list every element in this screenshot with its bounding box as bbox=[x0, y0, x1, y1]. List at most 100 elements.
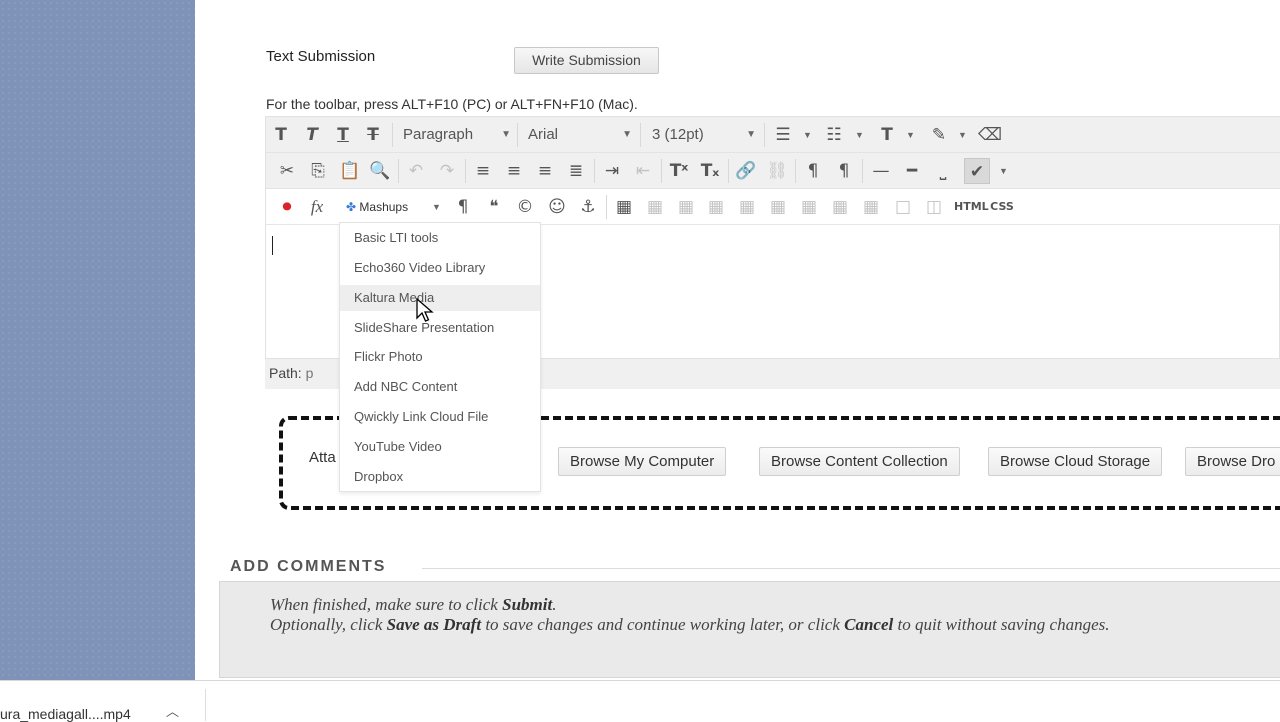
copy-icon[interactable]: ⎘ bbox=[305, 158, 331, 184]
browse-cloud-storage-button[interactable]: Browse Cloud Storage bbox=[988, 447, 1163, 476]
toolbar-divider bbox=[465, 159, 466, 183]
browse-my-computer-button[interactable]: Browse My Computer bbox=[558, 447, 727, 476]
insert-row-after-icon[interactable]: ▦ bbox=[765, 194, 791, 220]
italic-icon[interactable]: T bbox=[299, 122, 325, 148]
browse-content-collection-button[interactable]: Browse Content Collection bbox=[759, 447, 960, 476]
insert-col-after-icon[interactable]: ▦ bbox=[858, 194, 884, 220]
anchor-icon[interactable]: ⚓ bbox=[575, 194, 601, 220]
section-divider bbox=[422, 568, 1280, 569]
strikethrough-icon[interactable]: T bbox=[360, 122, 386, 148]
add-comments-heading[interactable]: ADD COMMENTS bbox=[230, 558, 386, 576]
menu-item-youtube-video[interactable]: YouTube Video bbox=[340, 434, 540, 460]
bullet-list-icon[interactable]: ☰ bbox=[770, 122, 796, 148]
menu-item-echo360-video-library[interactable]: Echo360 Video Library bbox=[340, 255, 540, 281]
paste-icon[interactable]: 📋 bbox=[337, 158, 363, 184]
rtl-direction-icon[interactable]: ¶ bbox=[831, 158, 857, 184]
instruction-line-2: Optionally, click Save as Draft to save … bbox=[270, 615, 1110, 634]
text-submission-label: Text Submission bbox=[266, 48, 376, 65]
horizontal-rule-icon[interactable]: — bbox=[868, 158, 894, 184]
write-submission-button[interactable]: Write Submission bbox=[514, 47, 659, 74]
split-cells-icon[interactable]: ◫ bbox=[921, 194, 947, 220]
thick-rule-icon[interactable]: ━ bbox=[899, 158, 925, 184]
menu-item-qwickly-link-cloud-file[interactable]: Qwickly Link Cloud File bbox=[340, 404, 540, 430]
text-style-icon[interactable]: T bbox=[874, 122, 900, 148]
paragraph-format-select[interactable]: Paragraph ▼ bbox=[403, 122, 511, 148]
font-family-value: Arial bbox=[528, 126, 559, 143]
toolbar-row-3: ⏺ fx ✤ Mashups ▼ ¶ ❝ © ☺ ⚓ ▦ ▦ ▦ ▦ ▦ ▦ ▦… bbox=[266, 189, 1280, 225]
font-family-select[interactable]: Arial ▼ bbox=[528, 122, 632, 148]
math-formula-icon[interactable]: fx bbox=[304, 194, 330, 220]
chevron-down-icon[interactable]: ▼ bbox=[906, 122, 915, 148]
subscript-icon[interactable]: Tₓ bbox=[697, 158, 723, 184]
indent-icon[interactable]: ⇥ bbox=[599, 158, 625, 184]
align-left-icon[interactable]: ≡ bbox=[470, 158, 496, 184]
superscript-icon[interactable]: Tˣ bbox=[666, 158, 692, 184]
insert-row-before-icon[interactable]: ▦ bbox=[734, 194, 760, 220]
chevron-up-icon[interactable]: ︿ bbox=[166, 701, 179, 720]
toolbar-hint: For the toolbar, press ALT+F10 (PC) or A… bbox=[266, 96, 638, 112]
chevron-down-icon[interactable]: ▼ bbox=[958, 122, 967, 148]
spellcheck-icon[interactable]: ✔ bbox=[964, 158, 990, 184]
highlighter-icon[interactable]: ✎ bbox=[926, 122, 952, 148]
text-caret bbox=[272, 236, 273, 255]
chevron-down-icon[interactable]: ▼ bbox=[803, 122, 812, 148]
nonbreaking-space-icon[interactable]: ⎵ bbox=[930, 158, 956, 184]
menu-item-basic-lti-tools[interactable]: Basic LTI tools bbox=[340, 225, 540, 251]
menu-item-kaltura-media[interactable]: Kaltura Media bbox=[340, 285, 540, 311]
font-size-select[interactable]: 3 (12pt) ▼ bbox=[652, 122, 756, 148]
bold-icon[interactable]: T bbox=[268, 122, 294, 148]
toolbar-divider bbox=[517, 123, 518, 147]
path-value[interactable]: p bbox=[306, 365, 314, 381]
submission-instructions: When finished, make sure to click Submit… bbox=[219, 581, 1280, 678]
cut-icon[interactable]: ✂ bbox=[274, 158, 300, 184]
menu-item-add-nbc-content[interactable]: Add NBC Content bbox=[340, 374, 540, 400]
unlink-icon[interactable]: ⛓ bbox=[764, 158, 790, 184]
toolbar-row-2: ✂ ⎘ 📋 🔍 ↶ ↷ ≡ ≡ ≡ ≣ ⇥ ⇤ Tˣ Tₓ 🔗 ⛓ ¶ ¶ — … bbox=[266, 153, 1280, 189]
numbered-list-icon[interactable]: ☷ bbox=[821, 122, 847, 148]
underline-icon[interactable]: T bbox=[330, 122, 356, 148]
undo-icon[interactable]: ↶ bbox=[403, 158, 429, 184]
delete-col-icon[interactable]: □ bbox=[890, 194, 916, 220]
chevron-down-icon[interactable]: ▼ bbox=[855, 122, 864, 148]
path-label: Path: bbox=[269, 365, 302, 381]
menu-item-dropbox[interactable]: Dropbox bbox=[340, 464, 540, 490]
font-size-value: 3 (12pt) bbox=[652, 126, 704, 143]
mashups-button[interactable]: ✤ Mashups bbox=[346, 194, 408, 220]
toolbar-divider bbox=[594, 159, 595, 183]
left-side-panel bbox=[0, 0, 195, 680]
chevron-down-icon[interactable]: ▼ bbox=[432, 194, 441, 220]
align-center-icon[interactable]: ≡ bbox=[501, 158, 527, 184]
blockquote-icon[interactable]: ❝ bbox=[481, 194, 507, 220]
insert-col-before-icon[interactable]: ▦ bbox=[827, 194, 853, 220]
align-right-icon[interactable]: ≡ bbox=[532, 158, 558, 184]
insert-table-icon[interactable]: ▦ bbox=[611, 194, 637, 220]
menu-item-flickr-photo[interactable]: Flickr Photo bbox=[340, 344, 540, 370]
toolbar-divider bbox=[795, 159, 796, 183]
redo-icon[interactable]: ↷ bbox=[434, 158, 460, 184]
eraser-icon[interactable]: ⌫ bbox=[977, 122, 1003, 148]
ltr-direction-icon[interactable]: ¶ bbox=[800, 158, 826, 184]
cell-props-icon[interactable]: ▦ bbox=[703, 194, 729, 220]
chevron-down-icon: ▼ bbox=[622, 129, 632, 140]
mashups-label: Mashups bbox=[359, 200, 409, 214]
toolbar-divider bbox=[398, 159, 399, 183]
paragraph-format-value: Paragraph bbox=[403, 126, 474, 143]
menu-item-slideshare-presentation[interactable]: SlideShare Presentation bbox=[340, 315, 540, 341]
emoji-icon[interactable]: ☺ bbox=[544, 194, 570, 220]
toolbar-divider bbox=[862, 159, 863, 183]
chevron-down-icon[interactable]: ▼ bbox=[999, 158, 1008, 184]
html-source-button[interactable]: HTML bbox=[954, 194, 989, 220]
row-props-icon[interactable]: ▦ bbox=[673, 194, 699, 220]
table-props-icon[interactable]: ▦ bbox=[642, 194, 668, 220]
record-icon[interactable]: ⏺ bbox=[274, 194, 300, 220]
insert-link-icon[interactable]: 🔗 bbox=[733, 158, 759, 184]
copyright-icon[interactable]: © bbox=[512, 194, 538, 220]
css-button[interactable]: CSS bbox=[986, 194, 1018, 220]
outdent-icon[interactable]: ⇤ bbox=[630, 158, 656, 184]
paragraph-mark-icon[interactable]: ¶ bbox=[450, 194, 476, 220]
find-replace-icon[interactable]: 🔍 bbox=[367, 158, 393, 184]
delete-row-icon[interactable]: ▦ bbox=[796, 194, 822, 220]
browse-dropbox-button[interactable]: Browse Dro bbox=[1185, 447, 1280, 476]
justify-icon[interactable]: ≣ bbox=[563, 158, 589, 184]
toolbar-divider bbox=[392, 123, 393, 147]
